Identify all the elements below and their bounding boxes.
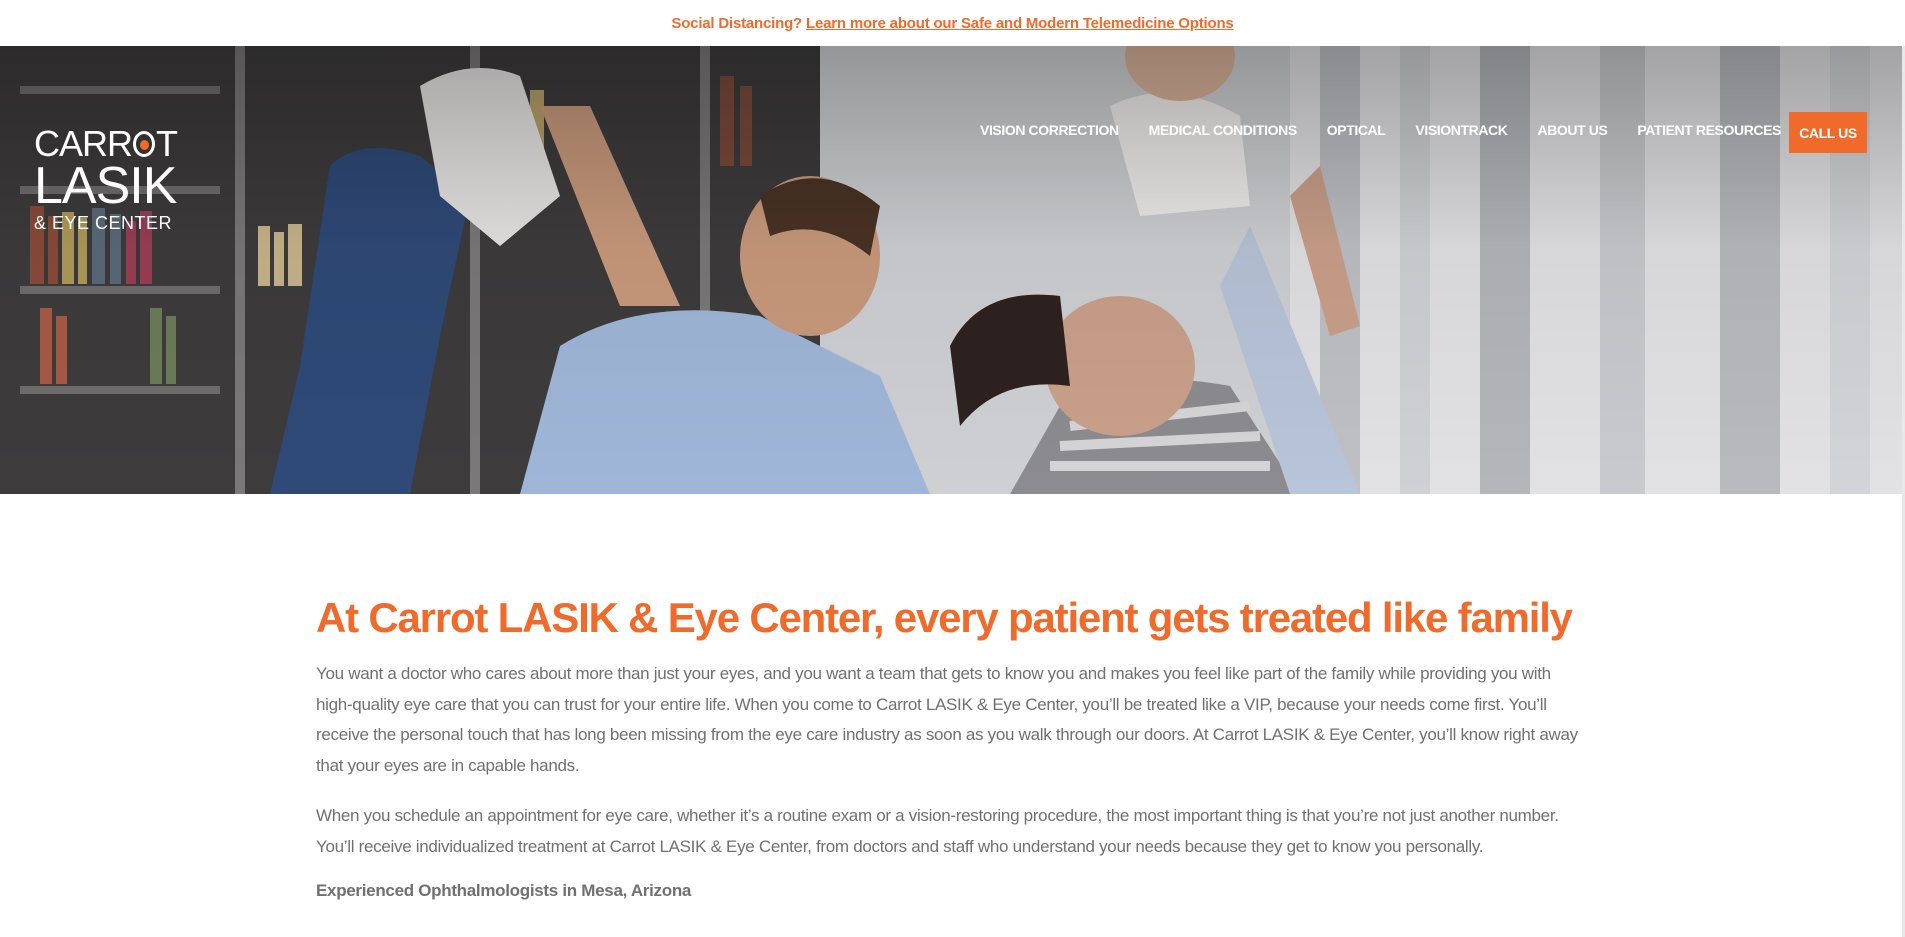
intro-paragraph: You want a doctor who cares about more t… <box>316 664 1578 775</box>
section-subheading: Experienced Ophthalmologists in Mesa, Ar… <box>316 881 692 901</box>
carrot-lasik-logo[interactable]: CARR T LASIK & EYE CENTER <box>34 126 194 233</box>
announcement-bar: Social Distancing? Learn more about our … <box>0 0 1905 46</box>
main-content: At Carrot LASIK & Eye Center, every pati… <box>316 594 1586 901</box>
nav-about-us[interactable]: ABOUT US <box>1537 122 1607 138</box>
nav-medical-conditions[interactable]: MEDICAL CONDITIONS <box>1149 122 1298 138</box>
nav-patient-resources[interactable]: PATIENT RESOURCES <box>1637 122 1781 138</box>
main-nav: VISION CORRECTION MEDICAL CONDITIONS OPT… <box>980 122 1781 138</box>
appointment-paragraph: When you schedule an appointment for eye… <box>316 806 1559 856</box>
nav-optical[interactable]: OPTICAL <box>1327 122 1386 138</box>
telemedicine-link[interactable]: Learn more about our Safe and Modern Tel… <box>806 15 1234 32</box>
nav-visiontrack[interactable]: VISIONTRACK <box>1415 122 1507 138</box>
call-us-button[interactable]: CALL US <box>1789 112 1867 153</box>
announcement-prefix: Social Distancing? <box>671 14 803 32</box>
nav-vision-correction[interactable]: VISION CORRECTION <box>980 122 1119 138</box>
hero-banner: CARR T LASIK & EYE CENTER VISION CORRECTI… <box>0 46 1905 494</box>
carrot-logo-icon <box>133 131 156 157</box>
page-headline: At Carrot LASIK & Eye Center, every pati… <box>316 594 1573 641</box>
